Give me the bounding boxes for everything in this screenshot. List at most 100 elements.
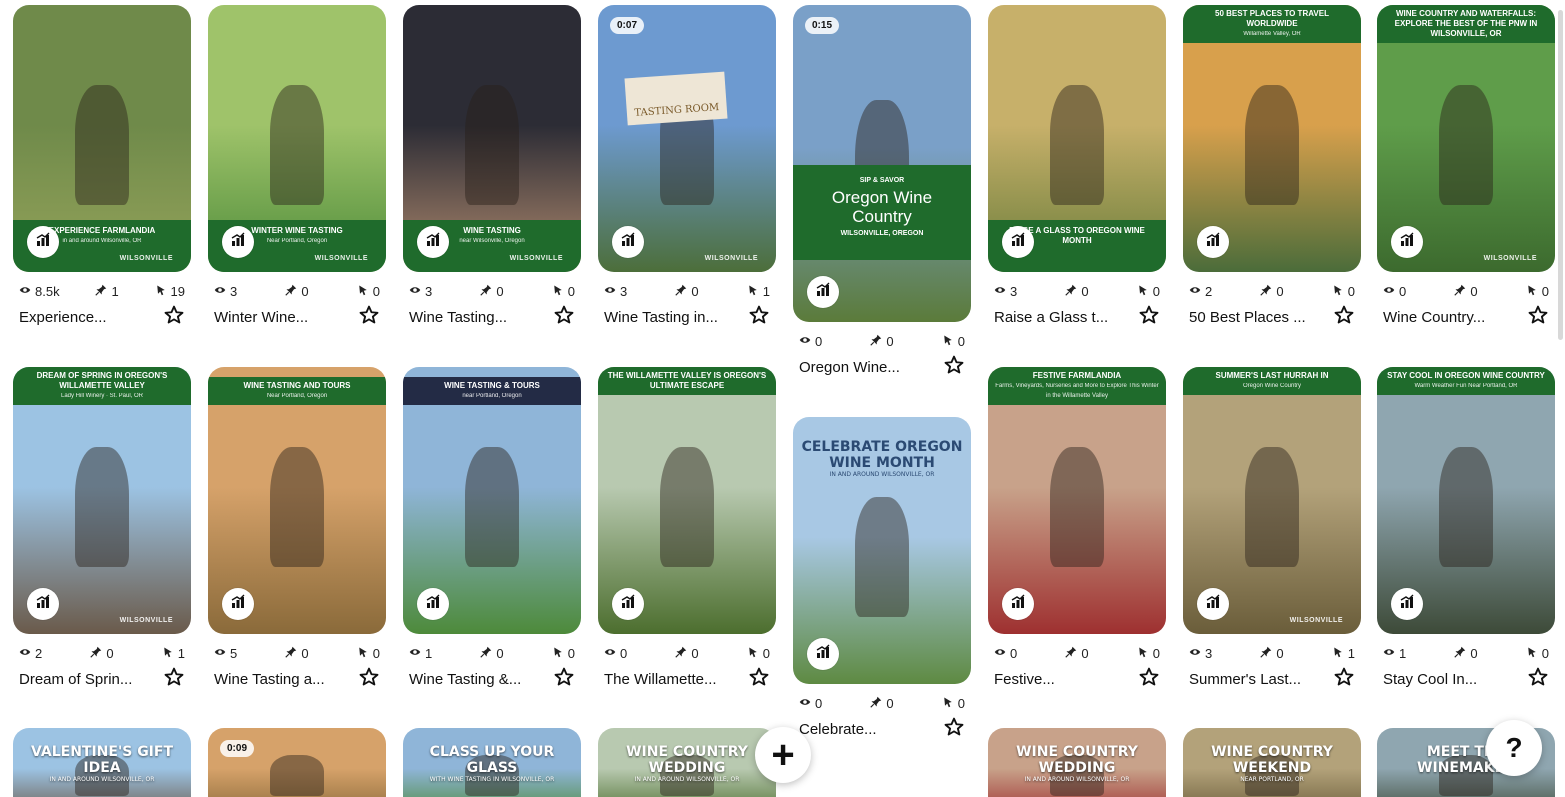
- pin-image[interactable]: RAISE A GLASS TO OREGON WINE MONTH: [988, 5, 1166, 272]
- headline-location: WILSONVILLE, OREGON: [840, 230, 924, 237]
- pin-image[interactable]: CELEBRATE OREGON WINE MONTH in and around…: [793, 417, 971, 684]
- stats-button[interactable]: [1197, 588, 1229, 620]
- pin-image[interactable]: SUMMER'S LAST HURRAH IN Oregon Wine Count…: [1183, 367, 1361, 634]
- stats-button[interactable]: [417, 226, 449, 258]
- stats-button[interactable]: [1002, 588, 1034, 620]
- pin-image[interactable]: DREAM OF SPRING IN OREGON'S WILLAMETTE V…: [13, 367, 191, 634]
- favorite-button[interactable]: [163, 305, 185, 328]
- help-button[interactable]: ?: [1486, 720, 1542, 776]
- metric-views: 3: [994, 284, 1017, 299]
- pin-icon: [1065, 646, 1077, 661]
- pin-image[interactable]: WINE COUNTRY WEDDING in and around Wilson…: [988, 728, 1166, 797]
- metric-views-value: 2: [35, 645, 43, 661]
- scrollbar[interactable]: [1558, 10, 1563, 340]
- pin-image[interactable]: 0:15 SIP & SAVOR Oregon Wine Country WILSON…: [793, 5, 971, 322]
- metric-views-value: 3: [620, 283, 628, 299]
- metric-clicks: 1: [747, 284, 770, 299]
- stats-button[interactable]: [27, 588, 59, 620]
- click-icon: [1526, 646, 1538, 661]
- favorite-button[interactable]: [748, 305, 770, 328]
- pin-title: Summer's Last...: [1189, 670, 1302, 688]
- brand-logo: WILSONVILLE: [1289, 617, 1343, 624]
- photo-subject: [1439, 85, 1493, 206]
- metric-saves: 0: [675, 646, 699, 661]
- pin-image[interactable]: WINTER WINE TASTING Near Portland, Oregon…: [208, 5, 386, 272]
- stats-button[interactable]: [807, 276, 839, 308]
- overlay-headline-text: WINE COUNTRY WEEKEND: [1211, 744, 1333, 776]
- favorite-button[interactable]: [943, 355, 965, 378]
- banner-title: SUMMER'S LAST HURRAH IN: [1215, 371, 1329, 380]
- metric-clicks-value: 1: [177, 645, 185, 661]
- pin-image[interactable]: WINE TASTING & TOURS near Portland, Orego…: [403, 367, 581, 634]
- pin-image[interactable]: 0:09: [208, 728, 386, 797]
- stats-button[interactable]: [1002, 226, 1034, 258]
- stats-button[interactable]: [27, 226, 59, 258]
- pin-image[interactable]: THE WILLAMETTE VALLEY IS OREGON'S ULTIMA…: [598, 367, 776, 634]
- brand-logo: WILSONVILLE: [314, 255, 368, 262]
- stats-button[interactable]: [1197, 226, 1229, 258]
- favorite-button[interactable]: [1138, 667, 1160, 690]
- metric-clicks-value: 0: [1541, 283, 1549, 299]
- favorite-button[interactable]: [358, 305, 380, 328]
- pin-image[interactable]: WINE COUNTRY WEDDING in and around Wilson…: [598, 728, 776, 797]
- pin-image[interactable]: CLASS UP YOUR GLASS with wine tasting in …: [403, 728, 581, 797]
- bar-chart-icon: [230, 232, 246, 253]
- pin-image[interactable]: WINE TASTING near Wilsonville, Oregon WILS…: [403, 5, 581, 272]
- pin-title-row: Wine Tasting in...: [598, 305, 776, 328]
- pin-card: VALENTINE'S GIFT IDEA in and around Wilso…: [13, 728, 191, 797]
- bar-chart-icon: [1205, 232, 1221, 253]
- metric-clicks-value: 1: [1347, 645, 1355, 661]
- pin-image[interactable]: WINE COUNTRY AND WATERFALLS: EXPLORE THE…: [1377, 5, 1555, 272]
- pin-banner: FESTIVE FARMLANDIA Farms, Vineyards, Nurs…: [988, 367, 1166, 405]
- favorite-button[interactable]: [358, 667, 380, 692]
- stats-button[interactable]: [807, 638, 839, 670]
- pin-card: WINE TASTING AND TOURS Near Portland, Ore…: [208, 367, 386, 690]
- favorite-button[interactable]: [163, 667, 185, 690]
- bar-chart-icon: [620, 232, 636, 253]
- pin-title: Oregon Wine...: [799, 358, 900, 376]
- metric-clicks-value: 0: [1152, 645, 1160, 661]
- stats-button[interactable]: [417, 588, 449, 620]
- eye-icon: [604, 284, 616, 299]
- add-pin-button[interactable]: +: [755, 727, 811, 783]
- favorite-button[interactable]: [943, 717, 965, 740]
- favorite-button[interactable]: [553, 667, 575, 692]
- pin-image[interactable]: EXPERIENCE FARMLANDIA in and around Wilso…: [13, 5, 191, 272]
- star-outline-icon: [359, 667, 379, 692]
- stats-button[interactable]: [1391, 226, 1423, 258]
- favorite-button[interactable]: [1138, 305, 1160, 328]
- pin-metrics: 1 0 0: [1377, 646, 1555, 661]
- pin-image[interactable]: 50 BEST PLACES TO TRAVEL WORLDWIDE Willam…: [1183, 5, 1361, 272]
- overlay-subtitle: near Portland, OR: [1240, 776, 1304, 783]
- favorite-button[interactable]: [1333, 667, 1355, 690]
- banner-subtitle: Near Portland, Oregon: [266, 393, 328, 399]
- stats-button[interactable]: [222, 226, 254, 258]
- pin-metrics: 3 0 1: [1183, 645, 1361, 661]
- banner-title: EXPERIENCE FARMLANDIA: [48, 226, 156, 235]
- metric-views-value: 8.5k: [35, 283, 60, 299]
- pin-image[interactable]: 0:07 TASTING ROOM WILSONVILLE: [598, 5, 776, 272]
- stats-button[interactable]: [1391, 588, 1423, 620]
- eye-icon: [1189, 284, 1201, 299]
- metric-saves: 1: [95, 284, 119, 299]
- pin-image[interactable]: WINE TASTING AND TOURS Near Portland, Ore…: [208, 367, 386, 634]
- pin-image[interactable]: STAY COOL IN OREGON WINE COUNTRY Warm Wea…: [1377, 367, 1555, 634]
- stats-button[interactable]: [612, 226, 644, 258]
- pin-card: FESTIVE FARMLANDIA Farms, Vineyards, Nurs…: [988, 367, 1166, 690]
- pin-icon: [285, 284, 297, 299]
- star-outline-icon: [554, 667, 574, 692]
- favorite-button[interactable]: [1333, 305, 1355, 328]
- favorite-button[interactable]: [553, 305, 575, 328]
- favorite-button[interactable]: [748, 667, 770, 690]
- eye-icon: [1383, 284, 1395, 299]
- stats-button[interactable]: [612, 588, 644, 620]
- pin-image[interactable]: WINE COUNTRY WEEKEND near Portland, OR: [1183, 728, 1361, 797]
- pin-image[interactable]: VALENTINE'S GIFT IDEA in and around Wilso…: [13, 728, 191, 797]
- pin-title: Festive...: [994, 670, 1055, 688]
- favorite-button[interactable]: [1527, 667, 1549, 690]
- pin-image[interactable]: FESTIVE FARMLANDIA Farms, Vineyards, Nurs…: [988, 367, 1166, 634]
- favorite-button[interactable]: [1527, 305, 1549, 328]
- overlay-headline-text: WINE COUNTRY WEDDING: [626, 744, 748, 776]
- stats-button[interactable]: [222, 588, 254, 620]
- metric-clicks-value: 0: [567, 645, 575, 661]
